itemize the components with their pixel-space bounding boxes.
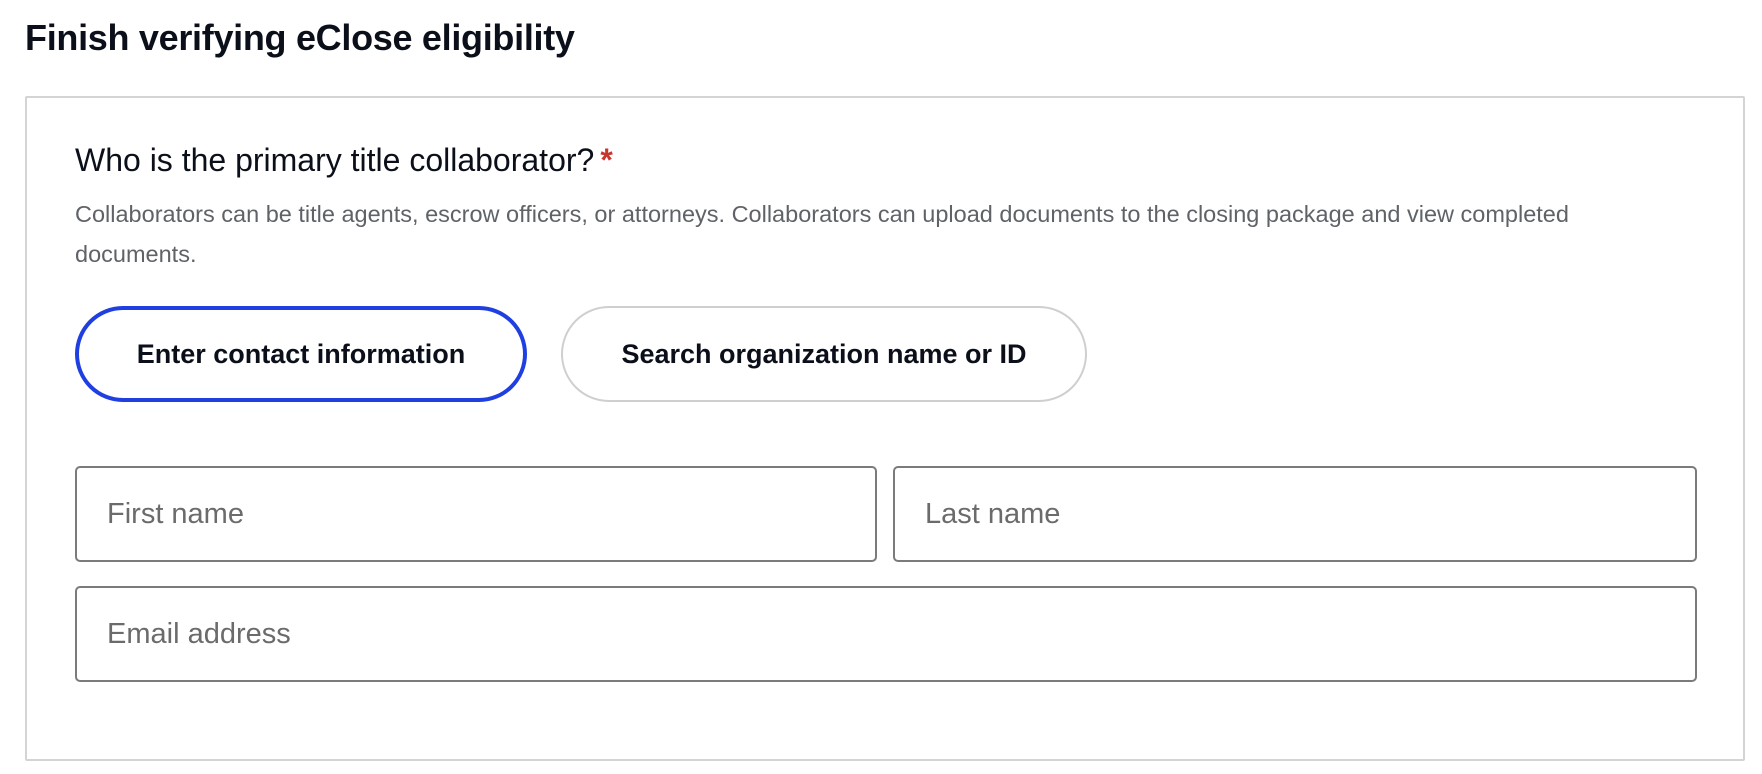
first-name-field[interactable]: [75, 466, 877, 562]
collaborator-question-text: Who is the primary title collaborator?: [75, 142, 595, 178]
required-asterisk: *: [600, 142, 613, 178]
search-organization-button[interactable]: Search organization name or ID: [561, 306, 1087, 402]
collaborator-card: Who is the primary title collaborator? * …: [25, 96, 1745, 761]
email-address-field[interactable]: [75, 586, 1697, 682]
enter-contact-information-button[interactable]: Enter contact information: [75, 306, 527, 402]
collaborator-help-text: Collaborators can be title agents, escro…: [75, 201, 1569, 267]
collaborator-question: Who is the primary title collaborator? *: [75, 140, 613, 180]
last-name-field[interactable]: [893, 466, 1697, 562]
page-title: Finish verifying eClose eligibility: [25, 17, 575, 58]
